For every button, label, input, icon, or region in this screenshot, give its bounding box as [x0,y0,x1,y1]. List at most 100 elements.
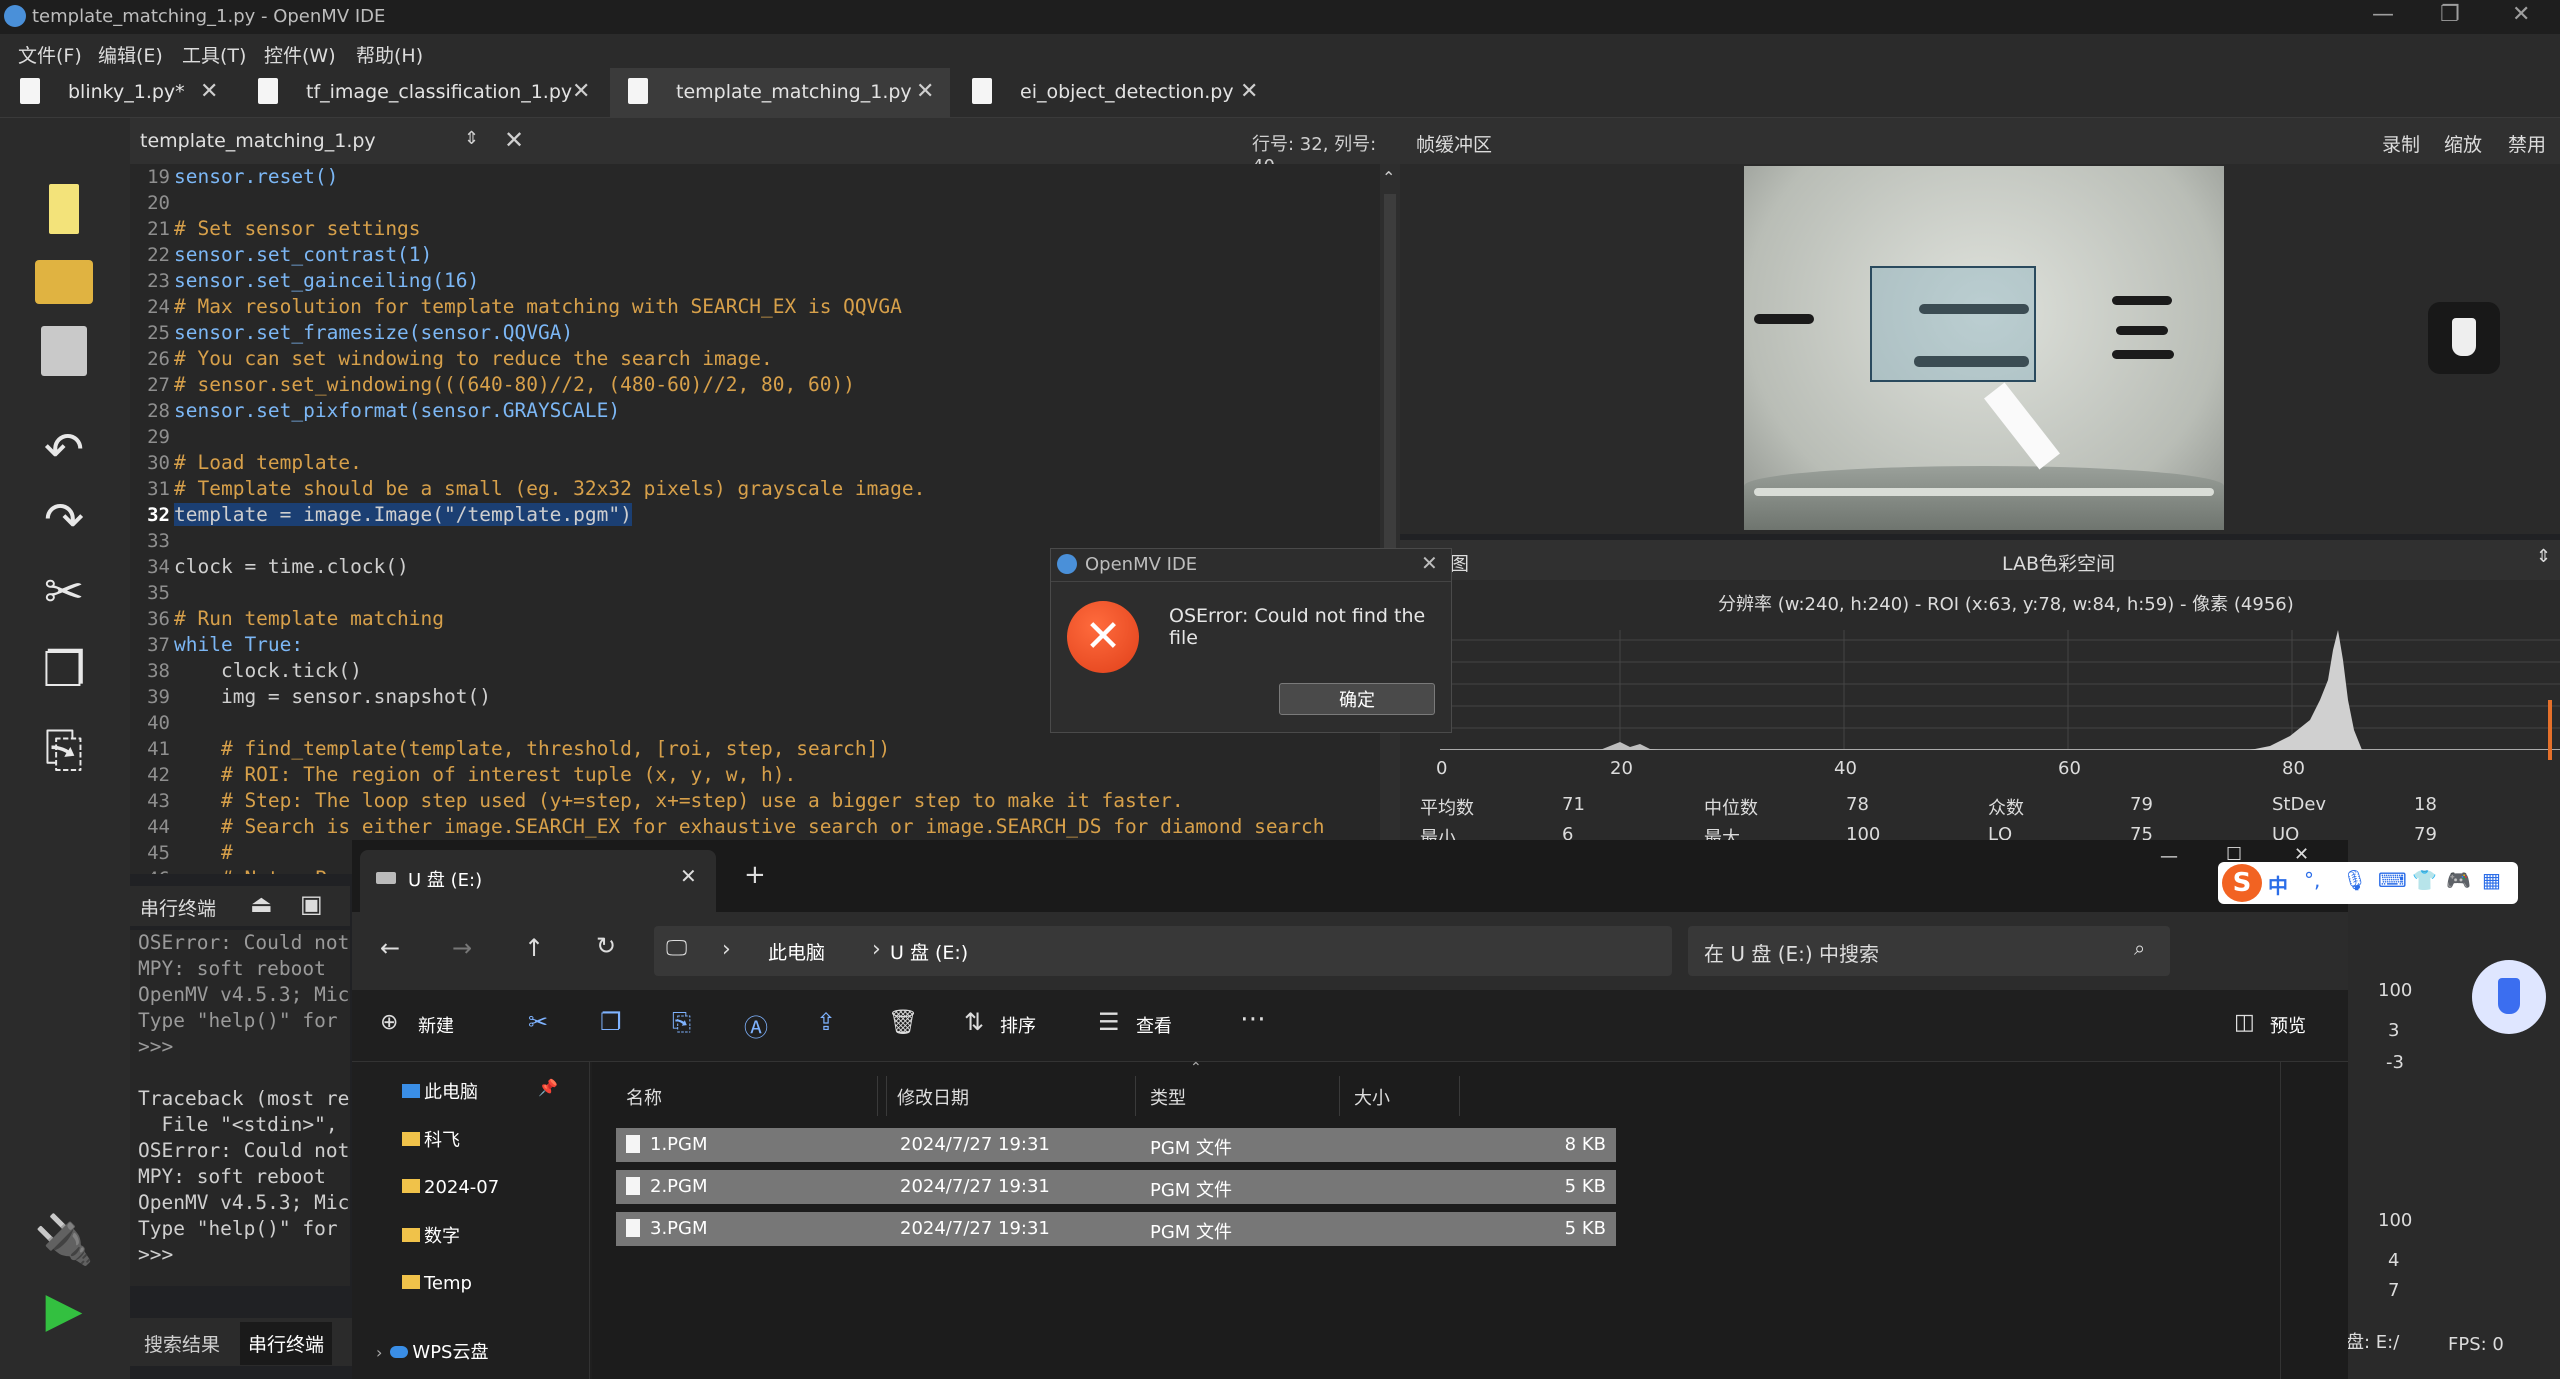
breadcrumb-drive[interactable]: U 盘 (E:) [890,938,968,965]
rename-tool-icon[interactable]: Ⓐ [744,1008,768,1043]
file-switch-icon[interactable]: ⇕ [464,128,479,149]
sort-button[interactable]: 排序 [1000,1012,1036,1038]
undo-icon[interactable]: ↶ [28,418,100,482]
tab-blinky[interactable]: blinky_1.py* ✕ [0,68,240,118]
zoom-button[interactable]: 缩放 [2444,130,2482,157]
search-icon[interactable]: ⌕ [2134,936,2145,960]
back-icon[interactable]: ← [380,934,400,962]
up-icon[interactable]: ↑ [524,934,544,962]
redo-icon[interactable]: ↷ [28,488,100,552]
delete-tool-icon[interactable]: 🗑 [888,1008,918,1036]
pin-icon[interactable]: 📌 [538,1078,558,1097]
editor-scrollbar[interactable]: ⌃ [1380,164,1400,874]
copy-icon[interactable]: ❐ [28,638,100,702]
menu-help[interactable]: 帮助(H) [356,41,423,68]
tools-grid-icon[interactable]: ▦ [2482,868,2501,892]
preview-button[interactable]: 预览 [2270,1012,2306,1038]
breadcrumb-this-pc[interactable]: 此电脑 [768,938,825,965]
close-tab-icon[interactable]: ✕ [1240,79,1258,104]
nav-item-folder[interactable]: 科飞 [402,1126,460,1152]
column-header-size[interactable]: 大小 [1348,1076,1460,1116]
colorspace-dropdown-icon[interactable]: ⇕ [2536,546,2551,567]
scroll-left-icon[interactable]: ‹ [138,1280,150,1286]
close-tab-icon[interactable]: ✕ [572,79,590,104]
menu-widgets[interactable]: 控件(W) [264,41,336,68]
nav-item-folder[interactable]: 2024-07 [402,1174,499,1198]
close-tab-icon[interactable]: ✕ [200,79,218,104]
view-icon[interactable]: ☰ [1098,1008,1120,1036]
close-tab-icon[interactable]: ✕ [916,79,934,104]
game-icon[interactable]: 🎮 [2446,868,2471,892]
view-button[interactable]: 查看 [1136,1012,1172,1038]
refresh-icon[interactable]: ↻ [596,932,616,960]
paste-icon[interactable]: ⎘ [28,718,100,782]
new-item-icon[interactable]: ⊕ [380,1010,398,1035]
address-bar[interactable]: 🖵 › 此电脑 › U 盘 (E:) [654,926,1672,976]
sort-icon[interactable]: ⇅ [964,1008,984,1036]
histogram-slider[interactable] [2548,700,2552,760]
editor-filename[interactable]: template_matching_1.py [140,130,376,152]
menu-edit[interactable]: 编辑(E) [98,41,163,68]
cut-tool-icon[interactable]: ✂ [528,1008,548,1036]
column-header-date[interactable]: 修改日期 [886,1076,1136,1116]
tab-ei-object-detection[interactable]: ei_object_detection.py ✕ [950,68,1280,118]
nav-item-folder[interactable]: 数字 [402,1222,460,1248]
restore-icon[interactable]: ❐ [2440,2,2460,27]
disable-button[interactable]: 禁用 [2508,130,2546,157]
tab-tf-image-classification[interactable]: tf_image_classification_1.py ✕ [240,68,610,118]
search-input[interactable]: 在 U 盘 (E:) 中搜索 [1704,938,1879,967]
file-row[interactable]: 3.PGM 2024/7/27 19:31 PGM 文件 5 KB [616,1212,1616,1246]
column-header-name[interactable]: 名称 [616,1076,878,1116]
scroll-up-icon[interactable]: ⌃ [1382,168,1395,187]
new-tab-icon[interactable]: + [744,860,766,890]
new-button[interactable]: 新建 [418,1012,454,1038]
tab-search-results[interactable]: 搜索结果 [144,1330,220,1357]
file-row[interactable]: 1.PGM 2024/7/27 19:31 PGM 文件 8 KB [616,1128,1616,1162]
keyboard-icon[interactable]: ⌨ [2378,868,2407,892]
dialog-close-icon[interactable]: ✕ [1421,551,1438,575]
menu-file[interactable]: 文件(F) [18,41,82,68]
preview-pane-icon[interactable]: ◫ [2234,1010,2255,1035]
code-editor[interactable]: 19 20 21 22 23 24 25 26 27 28 29 30 31 32 33 34 35 36 37 38… [130,164,1380,874]
close-explorer-tab-icon[interactable]: ✕ [680,864,697,888]
close-window-icon[interactable]: ✕ [2512,2,2530,27]
microphone-icon[interactable]: 🎙 [2342,868,2367,892]
explorer-minimize-icon[interactable]: — [2160,846,2178,867]
open-folder-icon[interactable] [28,248,100,312]
menu-tools[interactable]: 工具(T) [182,41,246,68]
share-tool-icon[interactable]: ⇪ [816,1008,836,1036]
save-icon[interactable] [28,318,100,382]
record-button[interactable]: 录制 [2382,130,2420,157]
skin-icon[interactable]: 👕 [2412,868,2437,892]
scroll-thumb[interactable] [1384,194,1396,574]
more-options-icon[interactable]: ⋯ [1240,1004,1266,1034]
column-header-type[interactable]: 类型 [1144,1076,1340,1116]
tab-serial-terminal[interactable]: 串行终端 [240,1322,333,1365]
cut-icon[interactable]: ✂ [28,560,100,624]
serial-terminal-output[interactable]: OSError: Could not MPY: soft reboot Open… [130,930,350,1286]
connect-icon[interactable]: 🔌 [28,1208,100,1272]
tab-template-matching[interactable]: template_matching_1.py ✕ [610,68,950,118]
punctuation-icon[interactable]: °, [2304,868,2320,892]
terminal-clear-icon[interactable]: ⏏ [250,890,273,918]
file-row[interactable]: 2.PGM 2024/7/27 19:31 PGM 文件 5 KB [616,1170,1616,1204]
usb-drive-icon[interactable] [2428,302,2500,374]
colorspace-select[interactable]: LAB色彩空间 [2002,549,2115,576]
paste-tool-icon[interactable]: ⎘ [672,1008,691,1036]
sogou-logo-icon[interactable]: S [2222,864,2262,902]
floating-usb-icon[interactable] [2472,960,2546,1034]
new-file-icon[interactable] [28,176,100,240]
terminal-save-icon[interactable]: ▣ [300,890,323,918]
ime-mode-label[interactable]: 中 [2268,870,2288,899]
nav-item-wps-cloud[interactable]: › WPS云盘 [376,1338,488,1364]
forward-icon[interactable]: → [452,934,472,962]
explorer-tab[interactable]: U 盘 (E:) ✕ [360,850,716,912]
nav-item-folder[interactable]: Temp [402,1270,472,1294]
minimize-icon[interactable]: — [2372,2,2394,27]
nav-item-this-pc[interactable]: 此电脑 [402,1078,478,1104]
close-editor-icon[interactable]: ✕ [504,126,524,154]
run-icon[interactable]: ▶ [28,1278,100,1342]
search-box[interactable]: 在 U 盘 (E:) 中搜索 ⌕ [1688,926,2170,976]
copy-tool-icon[interactable]: ❐ [600,1008,622,1036]
ok-button[interactable]: 确定 [1279,683,1435,715]
